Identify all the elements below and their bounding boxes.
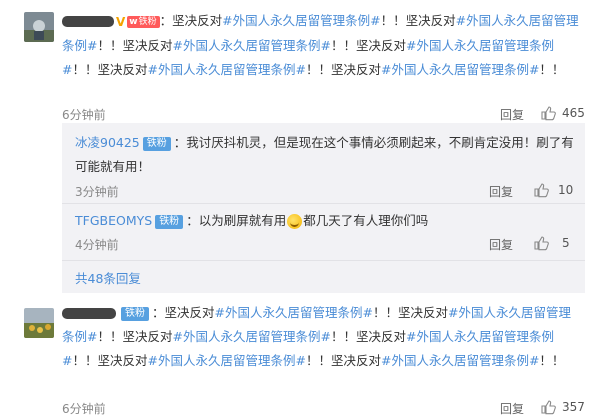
thumbs-up-icon[interactable] bbox=[540, 105, 556, 121]
topic-hashtag-link[interactable]: #外国人永久居留管理条例# bbox=[173, 329, 331, 344]
reply-meta: 3分钟前 回复 10 bbox=[75, 181, 575, 203]
comment-text-segment: ！！坚决反对 bbox=[305, 353, 381, 368]
comment-text-segment: ！！坚决反对 bbox=[72, 353, 148, 368]
comment-body: 铁粉 ：坚决反对#外国人永久居留管理条例#！！坚决反对#外国人永久居留管理条例#！… bbox=[62, 301, 582, 373]
username-redacted[interactable] bbox=[62, 308, 116, 319]
topic-hashtag-link[interactable]: #外国人永久居留管理条例# bbox=[215, 305, 373, 320]
topic-hashtag-link[interactable]: #外国人永久居留管理条例# bbox=[173, 38, 331, 53]
thumbs-up-icon[interactable] bbox=[533, 235, 549, 251]
comment-body: Vw铁粉 ：坚决反对#外国人永久居留管理条例#！！坚决反对#外国人永久居留管理条例… bbox=[62, 9, 582, 82]
fan-badge: 铁粉 bbox=[155, 214, 184, 229]
comment-text-segment: ！！ bbox=[539, 353, 565, 368]
timestamp: 6分钟前 bbox=[62, 402, 106, 416]
topic-hashtag-link[interactable]: #外国人永久居留管理条例# bbox=[148, 62, 306, 77]
divider bbox=[62, 260, 585, 261]
topic-hashtag-link[interactable]: #外国人永久居留管理条例# bbox=[381, 353, 539, 368]
comment-text-segment: ！！ bbox=[539, 61, 565, 77]
comment-meta: 6分钟前 回复 465 bbox=[62, 104, 585, 124]
reply-body: TFGBEOMYS 铁粉 ：以为刷屏就有用 都几天了有人理你们吗 bbox=[75, 209, 575, 233]
fan-badge: 铁粉 bbox=[142, 136, 171, 151]
comment-text-segment: ！！坚决反对 bbox=[372, 305, 448, 320]
comment-text-segment: ：坚决反对 bbox=[152, 305, 215, 320]
timestamp: 6分钟前 bbox=[62, 108, 106, 122]
comment-text-segment: ！！坚决反对 bbox=[72, 61, 148, 77]
thumbs-up-icon[interactable] bbox=[533, 182, 549, 198]
thumbs-up-icon[interactable] bbox=[540, 399, 556, 415]
like-count: 357 bbox=[562, 400, 585, 414]
reply-item: 冰凌90425 铁粉 ：我讨厌抖机灵，但是现在这个事情必须刷起来，不刷肯定没用！刷了… bbox=[75, 131, 575, 203]
avatar[interactable] bbox=[24, 12, 54, 42]
reply-button[interactable]: 回复 bbox=[500, 106, 524, 123]
fan-badge: 铁粉 bbox=[121, 306, 149, 321]
reply-item: TFGBEOMYS 铁粉 ：以为刷屏就有用 都几天了有人理你们吗 4分钟前 回复 5 bbox=[75, 209, 575, 256]
username-redacted[interactable] bbox=[62, 16, 114, 27]
timestamp: 3分钟前 bbox=[75, 185, 119, 199]
reply-button[interactable]: 回复 bbox=[489, 236, 513, 253]
reply-username[interactable]: 冰凌90425 bbox=[75, 135, 140, 150]
reply-username[interactable]: TFGBEOMYS bbox=[75, 213, 152, 228]
reply-meta: 4分钟前 回复 5 bbox=[75, 234, 575, 256]
topic-hashtag-link[interactable]: #外国人永久居留管理条例# bbox=[148, 353, 306, 368]
more-replies-link[interactable]: 共48条回复 bbox=[75, 268, 141, 287]
comment-text-segment: ！！坚决反对 bbox=[305, 61, 381, 77]
comment-text-segment: ！！坚决反对 bbox=[330, 329, 406, 344]
reply-button[interactable]: 回复 bbox=[489, 183, 513, 200]
smile-emoji-icon bbox=[287, 214, 303, 229]
comment-text-segment: ！！坚决反对 bbox=[380, 13, 456, 28]
comment-text-segment: ！！坚决反对 bbox=[97, 37, 173, 53]
divider bbox=[62, 203, 585, 204]
reply-body: 冰凌90425 铁粉 ：我讨厌抖机灵，但是现在这个事情必须刷起来，不刷肯定没用！刷了… bbox=[75, 131, 575, 179]
reply-text-continued: 都几天了有人理你们吗 bbox=[303, 213, 429, 228]
comment-text-segment: ：坚决反对 bbox=[159, 13, 223, 28]
reply-button[interactable]: 回复 bbox=[500, 400, 524, 417]
verified-icon: V bbox=[116, 14, 126, 29]
like-count: 10 bbox=[558, 183, 574, 197]
fan-badge: w铁粉 bbox=[127, 15, 160, 28]
topic-hashtag-link[interactable]: #外国人永久居留管理条例# bbox=[222, 13, 380, 28]
reply-text: ：以为刷屏就有用 bbox=[186, 213, 287, 228]
replies-panel: 冰凌90425 铁粉 ：我讨厌抖机灵，但是现在这个事情必须刷起来，不刷肯定没用！刷了… bbox=[62, 123, 585, 293]
comment-text-segment: ！！坚决反对 bbox=[97, 329, 173, 344]
comment-text-segment: ！！坚决反对 bbox=[330, 37, 406, 53]
like-count: 465 bbox=[562, 106, 585, 120]
comment-meta: 6分钟前 回复 357 bbox=[62, 398, 585, 418]
like-count: 5 bbox=[562, 236, 570, 250]
timestamp: 4分钟前 bbox=[75, 238, 119, 252]
avatar[interactable] bbox=[24, 308, 54, 338]
topic-hashtag-link[interactable]: #外国人永久居留管理条例# bbox=[381, 62, 539, 77]
